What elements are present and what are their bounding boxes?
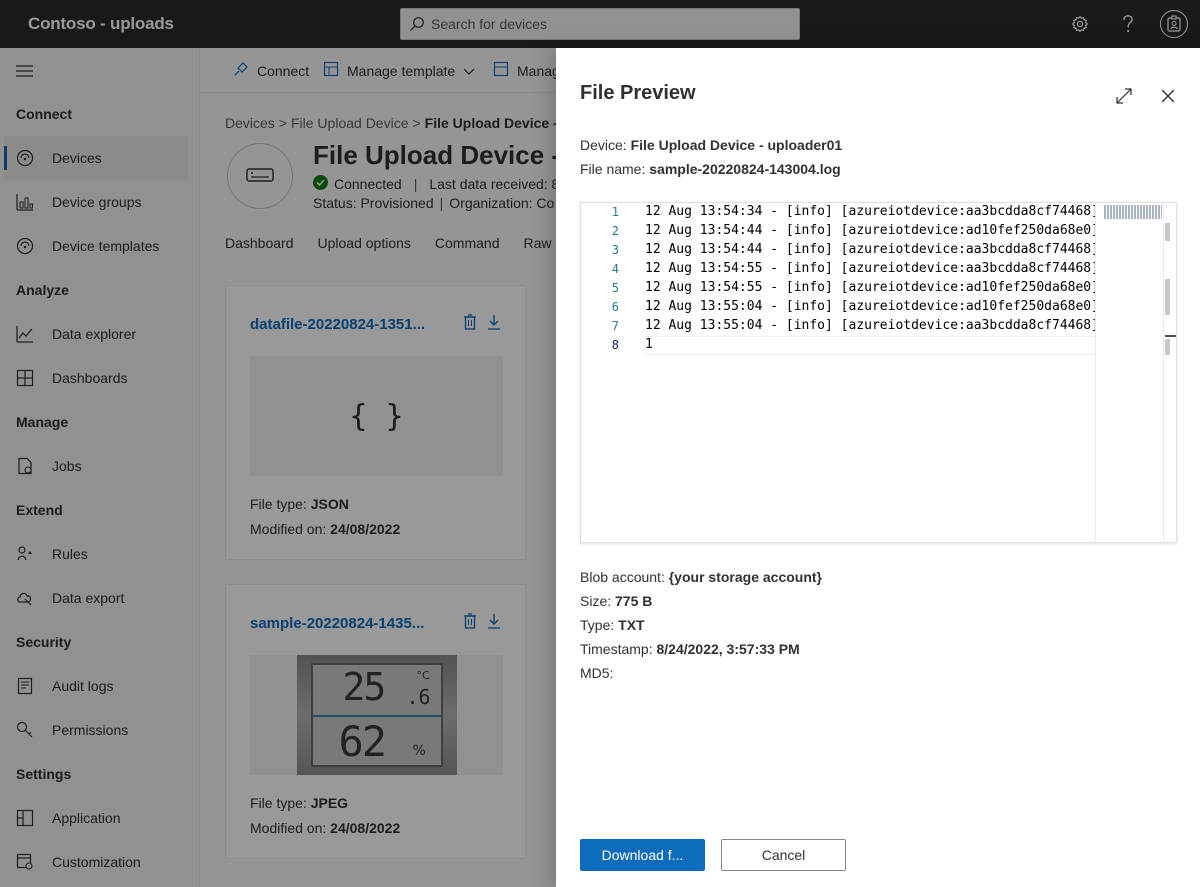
editor-scrollbar[interactable] bbox=[1163, 203, 1176, 542]
cancel-button[interactable]: Cancel bbox=[721, 839, 846, 871]
file-name-label: File name: bbox=[580, 161, 646, 177]
line-number: 1 bbox=[611, 205, 619, 219]
type-info: Type: TXT bbox=[580, 617, 645, 633]
file-preview-panel: File Preview Device: File Upload Device … bbox=[556, 48, 1200, 887]
line-text: 12 Aug 13:54:44 - [info] [azureiotdevice… bbox=[645, 223, 1099, 238]
line-number: 3 bbox=[611, 243, 619, 257]
code-line: 7 12 Aug 13:55:04 - [info] [azureiotdevic… bbox=[581, 317, 1099, 336]
line-text: 12 Aug 13:54:55 - [info] [azureiotdevice… bbox=[645, 280, 1099, 295]
file-name-info: File name: sample-20220824-143004.log bbox=[580, 161, 841, 177]
size-label: Size: bbox=[580, 593, 612, 609]
download-file-button[interactable]: Download f... bbox=[580, 839, 705, 871]
line-number: 8 bbox=[611, 338, 619, 352]
expand-icon[interactable] bbox=[1114, 86, 1134, 106]
type-label: Type: bbox=[580, 617, 615, 633]
size-info: Size: 775 B bbox=[580, 593, 652, 609]
code-line: 4 12 Aug 13:54:55 - [info] [azureiotdevic… bbox=[581, 260, 1099, 279]
md5-label: MD5: bbox=[580, 665, 614, 681]
editor-minimap[interactable] bbox=[1095, 203, 1163, 542]
line-text: 12 Aug 13:55:04 - [info] [azureiotdevice… bbox=[645, 318, 1099, 333]
line-text: 12 Aug 13:54:55 - [info] [azureiotdevice… bbox=[645, 261, 1099, 276]
blob-account-value: {your storage account} bbox=[668, 569, 822, 585]
file-name-value: sample-20220824-143004.log bbox=[649, 161, 841, 177]
line-number: 5 bbox=[611, 281, 619, 295]
close-icon[interactable] bbox=[1158, 86, 1178, 106]
md5-info: MD5: bbox=[580, 665, 613, 681]
scroll-marker bbox=[1165, 279, 1170, 315]
timestamp-info: Timestamp: 8/24/2022, 3:57:33 PM bbox=[580, 641, 800, 657]
code-line: 3 12 Aug 13:54:44 - [info] [azureiotdevic… bbox=[581, 241, 1099, 260]
minimap-preview bbox=[1104, 205, 1162, 219]
timestamp-label: Timestamp: bbox=[580, 641, 653, 657]
device-label: Device: bbox=[580, 137, 627, 153]
line-text: 12 Aug 13:54:44 - [info] [azureiotdevice… bbox=[645, 242, 1099, 257]
line-text: 12 Aug 13:55:04 - [info] [azureiotdevice… bbox=[645, 299, 1099, 314]
scroll-marker bbox=[1165, 223, 1170, 241]
size-value: 775 B bbox=[615, 593, 653, 609]
line-number: 7 bbox=[611, 319, 619, 333]
line-number: 2 bbox=[611, 224, 619, 238]
line-text: 12 Aug 13:54:34 - [info] [azureiotdevice… bbox=[645, 204, 1099, 219]
type-value: TXT bbox=[618, 617, 645, 633]
scroll-cursor-marker bbox=[1165, 335, 1176, 337]
panel-title: File Preview bbox=[580, 82, 696, 104]
line-number: 6 bbox=[611, 300, 619, 314]
blob-account-label: Blob account: bbox=[580, 569, 665, 585]
code-line: 6 12 Aug 13:55:04 - [info] [azureiotdevic… bbox=[581, 298, 1099, 317]
device-info: Device: File Upload Device - uploader01 bbox=[580, 137, 842, 153]
code-line-current: 81 bbox=[581, 336, 1095, 355]
code-line: 5 12 Aug 13:54:55 - [info] [azureiotdevic… bbox=[581, 279, 1099, 298]
timestamp-value: 8/24/2022, 3:57:33 PM bbox=[656, 641, 800, 657]
code-line: 2 12 Aug 13:54:44 - [info] [azureiotdevic… bbox=[581, 222, 1099, 241]
device-value: File Upload Device - uploader01 bbox=[630, 137, 843, 153]
scroll-marker bbox=[1165, 339, 1170, 355]
line-text: 1 bbox=[645, 337, 653, 352]
current-line-highlight bbox=[645, 336, 1095, 355]
line-number: 4 bbox=[611, 262, 619, 276]
code-editor[interactable]: 1 12 Aug 13:54:34 - [info] [azureiotdevic… bbox=[580, 202, 1177, 543]
code-line: 1 12 Aug 13:54:34 - [info] [azureiotdevic… bbox=[581, 203, 1099, 222]
blob-account-info: Blob account: {your storage account} bbox=[580, 569, 822, 585]
